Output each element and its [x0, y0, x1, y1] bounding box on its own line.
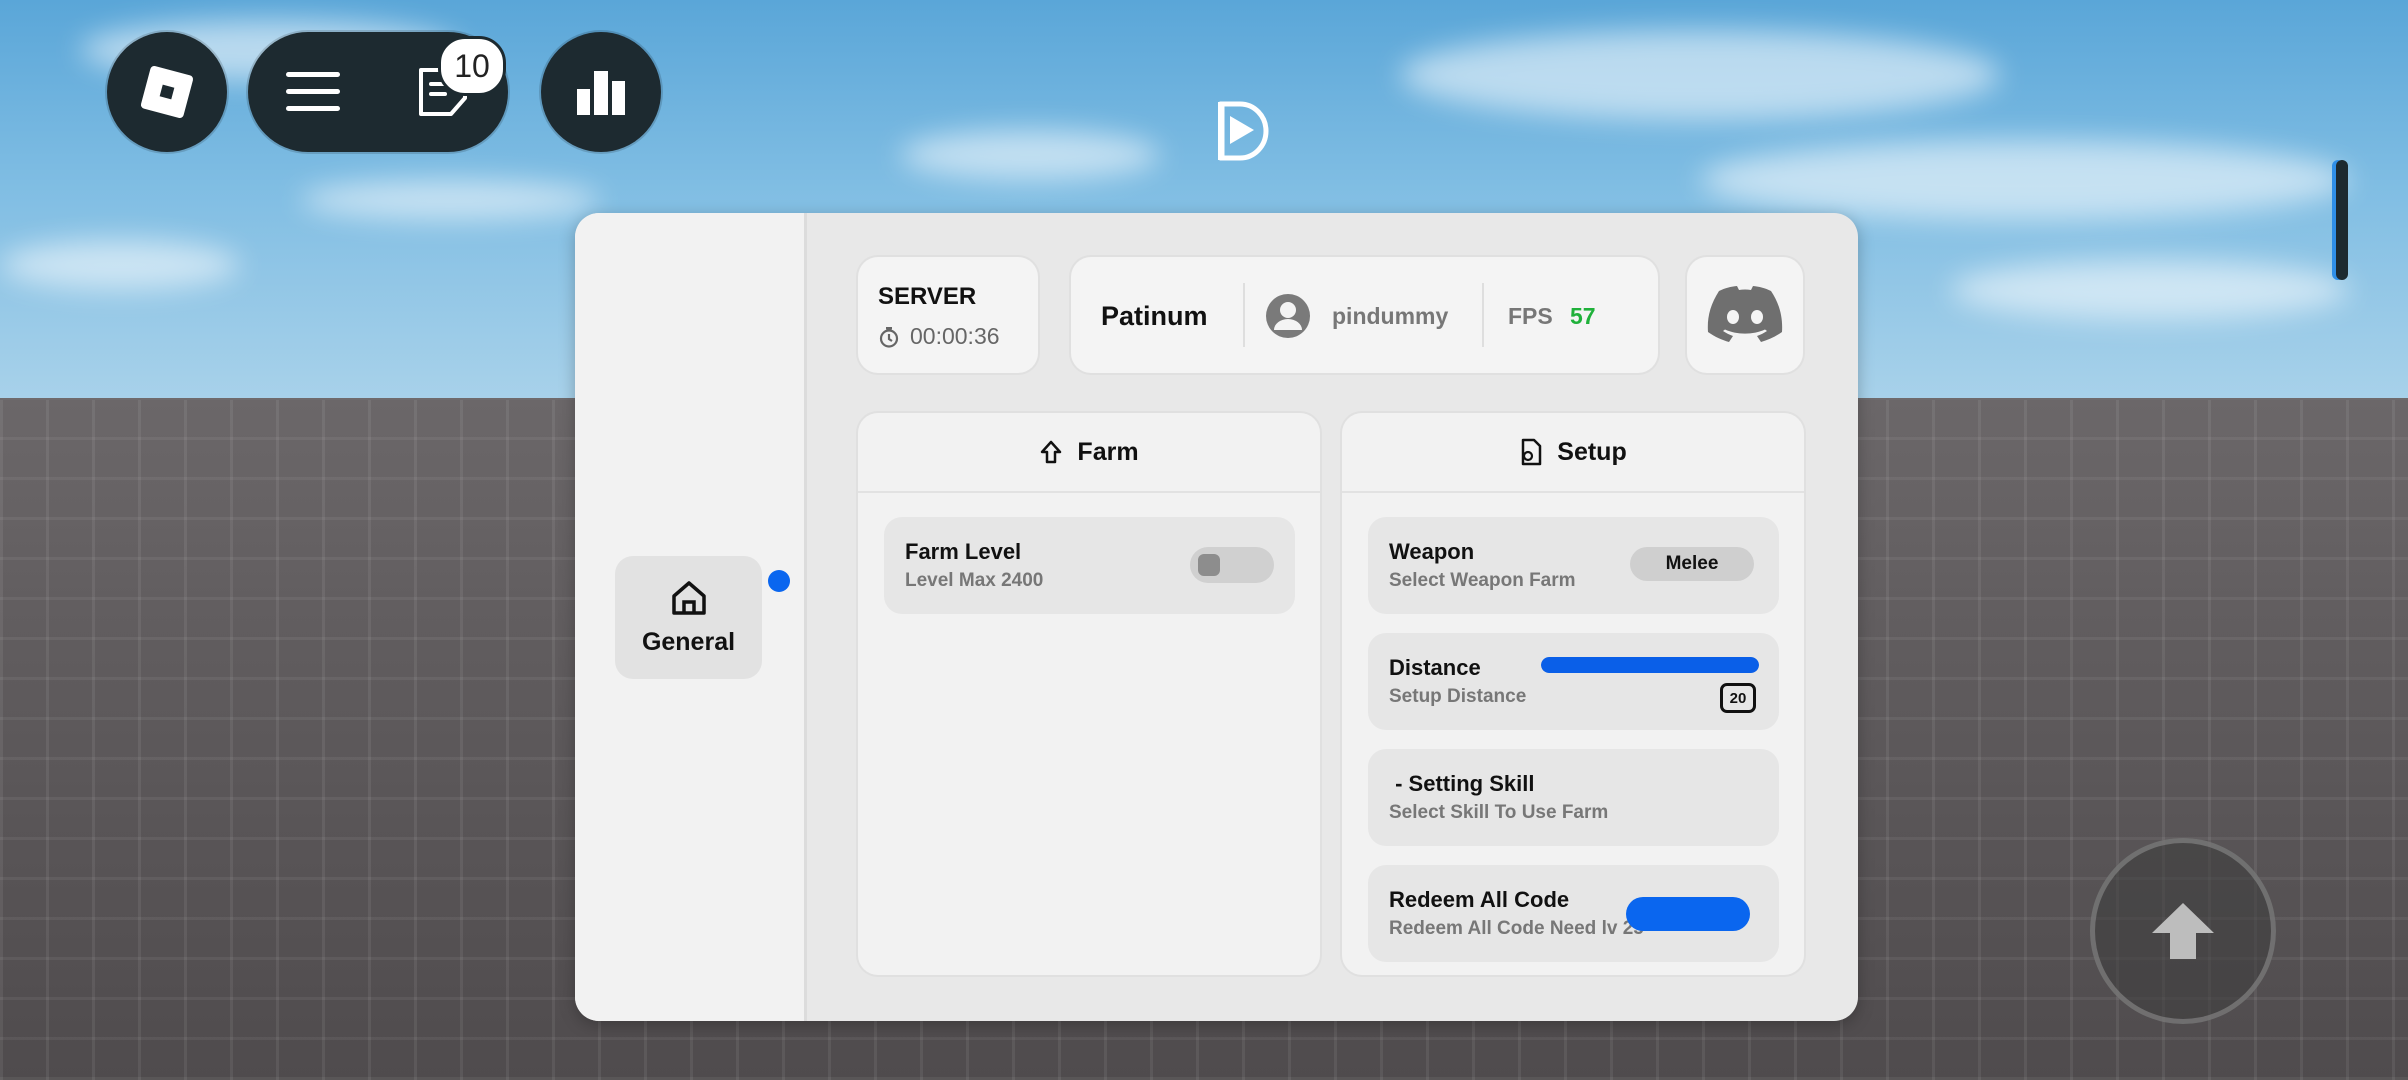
farm-level-row: Farm Level Level Max 2400 — [884, 517, 1295, 614]
edge-side-tab[interactable] — [2336, 160, 2348, 280]
hub-name: Patinum — [1101, 301, 1208, 331]
server-card: SERVER 00:00:36 — [858, 257, 1038, 373]
setting-skill-row[interactable]: - Setting Skill Select Skill To Use Farm — [1368, 749, 1779, 846]
file-settings-icon — [1522, 438, 1542, 466]
setup-section: Setup Weapon Select Weapon Farm Melee Di… — [1342, 413, 1804, 975]
stopwatch-icon — [879, 326, 899, 348]
username: pindummy — [1332, 303, 1449, 329]
farm-section: Farm Farm Level Level Max 2400 — [858, 413, 1320, 975]
redeem-title: Redeem All Code — [1389, 887, 1570, 912]
hamburger-menu-button[interactable] — [284, 69, 342, 115]
arrow-up-icon — [1041, 440, 1062, 464]
toggle-knob — [1198, 554, 1220, 576]
sidebar-item-label: General — [641, 628, 736, 656]
fps-label: FPS — [1508, 303, 1553, 329]
avatar-icon — [1266, 294, 1310, 338]
discord-icon — [1707, 286, 1783, 342]
setting-skill-subtitle: Select Skill To Use Farm — [1389, 802, 1609, 823]
jump-button[interactable] — [2090, 838, 2276, 1024]
redeem-code-row: Redeem All Code Redeem All Code Need lv … — [1368, 865, 1779, 962]
setup-title: Setup — [1557, 437, 1627, 466]
distance-value: 20 — [1720, 683, 1756, 713]
chat-count-badge: 10 — [438, 36, 506, 96]
distance-slider[interactable] — [1541, 657, 1759, 673]
hub-logo-icon — [1218, 101, 1269, 161]
leaderboard-button[interactable] — [541, 32, 661, 152]
roblox-logo-icon — [140, 65, 194, 119]
redeem-subtitle: Redeem All Code Need lv 25 — [1389, 918, 1644, 939]
distance-row: Distance Setup Distance 20 — [1368, 633, 1779, 730]
distance-subtitle: Setup Distance — [1389, 686, 1527, 707]
sidebar: General — [575, 213, 807, 1021]
farm-level-title: Farm Level — [905, 539, 1022, 564]
farm-level-toggle[interactable] — [1190, 547, 1274, 583]
distance-slider-fill — [1541, 657, 1759, 673]
setup-header: Setup — [1342, 413, 1804, 493]
roblox-menu-button[interactable] — [107, 32, 227, 152]
jump-arrow-icon — [2152, 903, 2214, 959]
server-title: SERVER — [878, 283, 977, 310]
leaderboard-icon — [577, 71, 625, 115]
weapon-dropdown[interactable]: Melee — [1630, 547, 1754, 581]
distance-title: Distance — [1389, 655, 1481, 680]
script-hub-panel: General SERVER 00:00:36 Patinum pindummy… — [575, 213, 1858, 1021]
farm-header: Farm — [858, 413, 1320, 493]
weapon-subtitle: Select Weapon Farm — [1389, 570, 1576, 591]
weapon-row: Weapon Select Weapon Farm Melee — [1368, 517, 1779, 614]
weapon-title: Weapon — [1389, 539, 1475, 564]
home-icon — [671, 581, 706, 615]
server-uptime: 00:00:36 — [878, 323, 1000, 350]
setting-skill-title: - Setting Skill — [1389, 771, 1535, 796]
fps-value: 57 — [1570, 303, 1596, 329]
active-indicator-dot — [768, 570, 790, 592]
hamburger-menu-icon — [285, 72, 340, 111]
farm-title: Farm — [1077, 437, 1139, 466]
discord-button[interactable] — [1687, 257, 1803, 373]
uptime-value: 00:00:36 — [910, 323, 1000, 349]
redeem-button[interactable] — [1626, 897, 1750, 931]
farm-level-subtitle: Level Max 2400 — [905, 570, 1044, 591]
sidebar-item-general[interactable]: General — [615, 556, 790, 679]
player-info-card: Patinum pindummy FPS 57 — [1071, 257, 1658, 373]
